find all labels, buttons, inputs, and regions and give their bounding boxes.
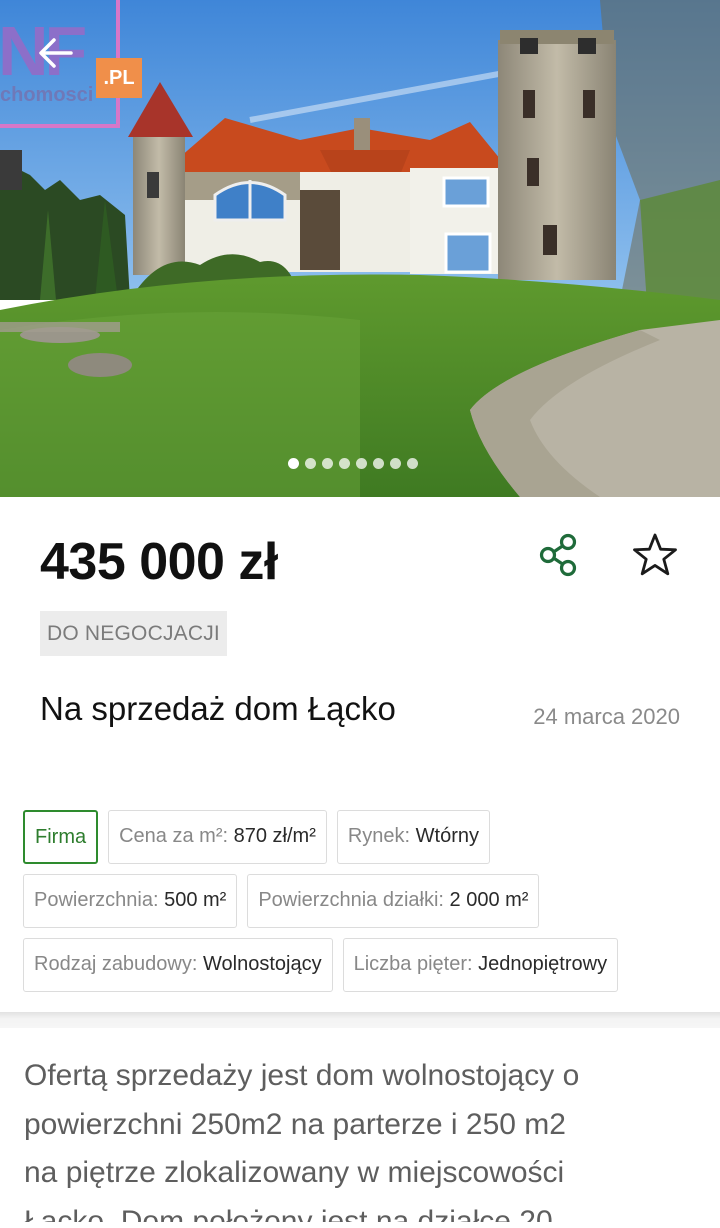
back-button[interactable] <box>30 28 80 78</box>
chip-label: Rodzaj zabudowy: <box>34 953 198 975</box>
plot-area-chip: Powierzchnia działki: 2 000 m² <box>247 874 540 928</box>
description-line: powierzchni 250m2 na parterze i 250 m2 <box>24 1107 566 1141</box>
share-button[interactable] <box>534 530 584 580</box>
gallery-dot[interactable] <box>339 458 350 469</box>
chip-value: 870 zł/m² <box>233 825 316 847</box>
floors-chip: Liczba pięter: Jednopiętrowy <box>342 938 619 992</box>
negotiable-badge: DO NEGOCJACJI <box>40 611 227 656</box>
chip-value: 500 m² <box>164 889 227 911</box>
listing-price: 435 000 zł <box>40 533 278 591</box>
description-line: na piętrze zlokalizowany w miejscowości <box>24 1156 565 1189</box>
listing-date: 24 marca 2020 <box>533 704 680 729</box>
gallery-dot[interactable] <box>305 458 316 469</box>
arrow-left-icon <box>39 38 73 68</box>
chip-value: 2 000 m² <box>449 889 529 911</box>
chip-label: Powierzchnia: <box>34 889 159 911</box>
gallery-dot[interactable] <box>390 458 401 469</box>
section-divider <box>0 1012 720 1028</box>
gallery-dot[interactable] <box>288 458 299 469</box>
gallery-dot[interactable] <box>373 458 384 469</box>
watermark-domain: .PL <box>96 58 142 98</box>
seller-type-chip[interactable]: Firma <box>23 810 99 864</box>
star-outline-icon <box>633 533 677 576</box>
price-per-m2-chip: Cena za m²: 870 zł/m² <box>108 810 327 864</box>
parameter-row: Rodzaj zabudowy: Wolnostojący Liczba pię… <box>23 938 703 992</box>
share-icon <box>539 533 577 577</box>
market-chip: Rynek: Wtórny <box>336 810 491 864</box>
gallery-dot[interactable] <box>356 458 367 469</box>
watermark-subtitle: chomosci <box>0 84 94 106</box>
listing-description: Ofertą sprzedaży jest dom wolnostojący o… <box>24 1052 684 1228</box>
chip-value: Wolnostojący <box>203 953 322 975</box>
gallery-dot[interactable] <box>322 458 333 469</box>
parameter-row: Firma Cena za m²: 870 zł/m² Rynek: Wtórn… <box>23 810 703 864</box>
chip-label: Rynek: <box>347 825 411 847</box>
area-chip: Powierzchnia: 500 m² <box>23 874 238 928</box>
favorite-button[interactable] <box>630 530 680 580</box>
gallery-dot[interactable] <box>407 458 418 469</box>
chip-value: Jednopiętrowy <box>478 953 608 975</box>
chip-label: Cena za m²: <box>119 825 229 847</box>
chip-label: Liczba pięter: <box>353 953 473 975</box>
description-line: Ofertą sprzedaży jest dom wolnostojący o <box>24 1059 580 1092</box>
gallery-pagination-dots[interactable] <box>288 458 418 469</box>
building-type-chip: Rodzaj zabudowy: Wolnostojący <box>23 938 333 992</box>
chip-value: Wtórny <box>415 825 480 847</box>
listing-photo-gallery[interactable]: NF .PL chomosci <box>0 0 720 497</box>
listing-parameters: Firma Cena za m²: 870 zł/m² Rynek: Wtórn… <box>23 810 703 1002</box>
chip-label: Powierzchnia działki: <box>258 889 444 911</box>
parameter-row: Powierzchnia: 500 m² Powierzchnia działk… <box>23 874 703 928</box>
viewport-bottom-edge <box>0 1222 720 1228</box>
listing-title: Na sprzedaż dom Łącko <box>40 690 396 727</box>
